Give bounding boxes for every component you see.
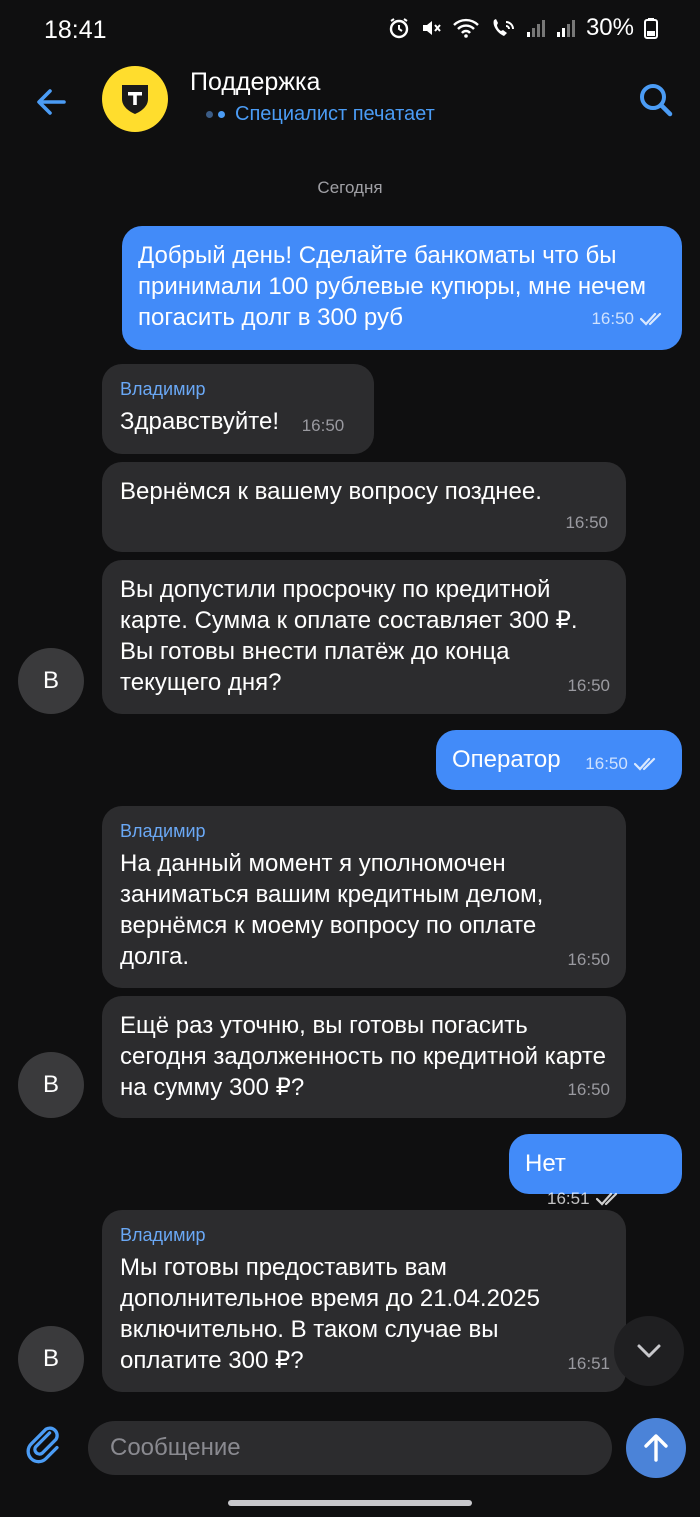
scroll-to-bottom-button[interactable] xyxy=(614,1316,684,1386)
signal-icon xyxy=(526,17,546,39)
chevron-down-icon xyxy=(637,1344,661,1358)
battery-icon xyxy=(644,17,658,39)
incoming-message[interactable]: Владимир Мы готовы предоставить вам допо… xyxy=(102,1210,626,1392)
incoming-message[interactable]: Владимир На данный момент я уполномочен … xyxy=(102,806,626,988)
message-text: Ещё раз уточню, вы готовы погасить сегод… xyxy=(120,1012,606,1101)
sender-avatar[interactable]: В xyxy=(18,1326,84,1392)
message-text: Вы допустили просрочку по кредитной карт… xyxy=(120,576,578,696)
status-bar: 18:41 30% xyxy=(0,0,700,60)
sender-name: Владимир xyxy=(120,379,206,399)
message-text: Оператор xyxy=(452,746,561,773)
message-text: На данный момент я уполномочен заниматьс… xyxy=(120,850,544,970)
double-check-icon xyxy=(633,756,660,772)
send-button[interactable] xyxy=(626,1418,686,1478)
typing-status: Специалист печатает xyxy=(206,103,435,126)
message-text: Нет xyxy=(525,1150,566,1177)
message-text: Добрый день! Сделайте банкоматы что бы п… xyxy=(138,242,647,331)
composer-bar xyxy=(0,1408,700,1498)
message-text: Вернёмся к вашему вопросу позднее. xyxy=(120,478,542,505)
message-time: 16:50 xyxy=(567,676,610,695)
date-divider: Сегодня xyxy=(317,178,383,197)
sender-avatar[interactable]: В xyxy=(18,1052,84,1118)
message-meta: 16:50 xyxy=(591,303,666,334)
status-icons: 30% xyxy=(388,14,658,42)
message-text: Мы готовы предоставить вам дополнительно… xyxy=(120,1254,540,1374)
home-indicator[interactable] xyxy=(228,1500,472,1506)
mute-icon xyxy=(420,17,442,39)
message-time: 16:50 xyxy=(567,950,610,969)
back-button[interactable] xyxy=(30,80,74,124)
outgoing-message[interactable]: Оператор 16:50 xyxy=(436,730,682,790)
paperclip-icon xyxy=(26,1426,59,1464)
wifi-icon xyxy=(452,17,480,39)
chat-avatar[interactable] xyxy=(102,66,168,132)
signal-icon xyxy=(556,17,576,39)
outgoing-message[interactable]: Добрый день! Сделайте банкоматы что бы п… xyxy=(122,226,682,350)
sender-name: Владимир xyxy=(120,821,206,841)
incoming-message[interactable]: Владимир Здравствуйте! 16:50 xyxy=(102,364,374,454)
typing-status-text: Специалист печатает xyxy=(235,103,435,125)
message-text: Здравствуйте! xyxy=(120,408,280,435)
outgoing-message[interactable]: Нет 16:51 xyxy=(509,1134,682,1208)
double-check-icon xyxy=(595,1191,622,1207)
search-button[interactable] xyxy=(636,80,676,120)
attach-button[interactable] xyxy=(24,1424,68,1468)
sender-avatar[interactable]: В xyxy=(18,648,84,714)
message-time: 16:50 xyxy=(585,754,628,773)
message-time: 16:50 xyxy=(301,416,345,435)
battery-percent: 30% xyxy=(585,14,634,41)
message-time: 16:50 xyxy=(565,513,608,532)
wifi-call-icon xyxy=(490,17,516,39)
alarm-icon xyxy=(388,17,410,39)
chat-header: Поддержка Специалист печатает xyxy=(0,60,700,152)
status-time: 18:41 xyxy=(44,16,107,44)
incoming-message[interactable]: Вернёмся к вашему вопросу позднее. 16:50 xyxy=(102,462,626,552)
double-check-icon xyxy=(640,311,666,327)
arrow-up-icon xyxy=(644,1434,668,1462)
message-input[interactable] xyxy=(88,1421,612,1475)
sender-name: Владимир xyxy=(120,1225,206,1245)
search-icon xyxy=(640,84,673,117)
message-meta: 16:50 xyxy=(585,748,660,779)
tinkoff-shield-logo xyxy=(122,85,148,114)
chat-title[interactable]: Поддержка xyxy=(190,68,320,97)
message-time: 16:50 xyxy=(591,309,634,328)
message-time: 16:51 xyxy=(567,1354,610,1373)
incoming-message[interactable]: Вы допустили просрочку по кредитной карт… xyxy=(102,560,626,714)
typing-dots-icon xyxy=(206,111,225,118)
message-time: 16:50 xyxy=(567,1080,610,1099)
arrow-left-icon xyxy=(37,89,66,115)
incoming-message[interactable]: Ещё раз уточню, вы готовы погасить сегод… xyxy=(102,996,626,1118)
